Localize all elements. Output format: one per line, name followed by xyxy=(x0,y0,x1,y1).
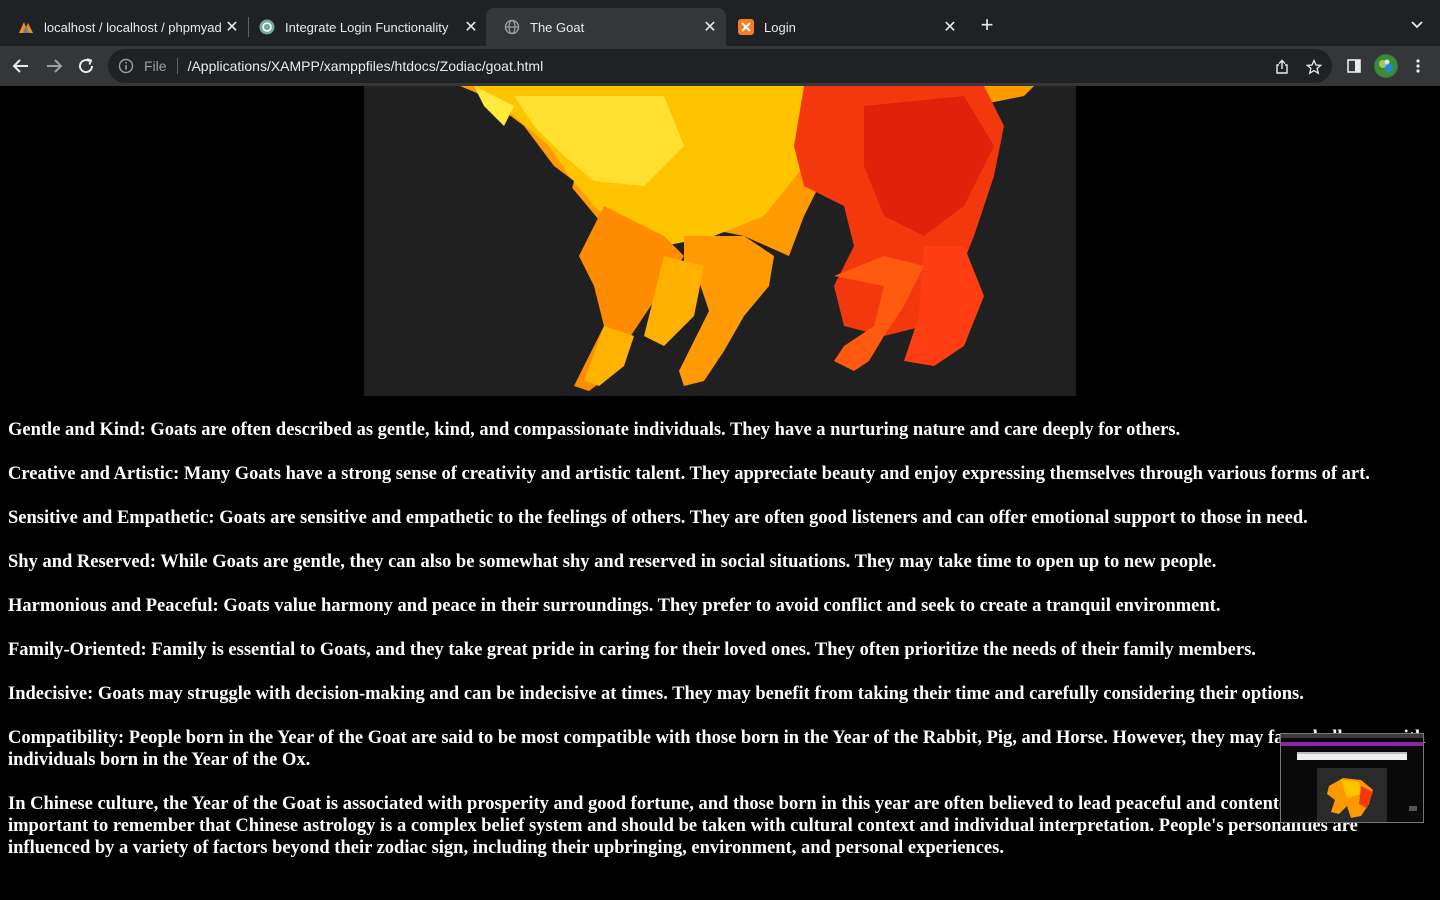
trait-paragraph: Family-Oriented: Family is essential to … xyxy=(8,640,1256,660)
browser-toolbar: File /Applications/XAMPP/xamppfiles/htdo… xyxy=(0,46,1440,86)
tab-the-goat[interactable]: The Goat ✕ xyxy=(486,8,726,46)
tab-search-icon[interactable] xyxy=(1406,14,1428,36)
address-bar[interactable]: File /Applications/XAMPP/xamppfiles/htdo… xyxy=(108,49,1332,83)
conclusion-paragraph: In Chinese culture, the Year of the Goat… xyxy=(8,794,1373,858)
trait-paragraph: Creative and Artistic: Many Goats have a… xyxy=(8,464,1370,484)
bookmark-star-icon[interactable] xyxy=(1302,55,1326,79)
side-panel-icon[interactable] xyxy=(1342,54,1366,78)
goat-image xyxy=(364,86,1076,396)
tab-integrate-login[interactable]: Integrate Login Functionality ✕ xyxy=(241,8,487,46)
share-icon[interactable] xyxy=(1270,55,1294,79)
goat-traits-text: Gentle and Kind: Goats are often describ… xyxy=(8,419,1428,881)
browser-menu-icon[interactable] xyxy=(1406,54,1430,78)
profile-avatar[interactable] xyxy=(1374,54,1398,78)
reload-icon xyxy=(79,58,94,74)
xampp-icon xyxy=(738,19,754,35)
trait-paragraph: Indecisive: Goats may struggle with deci… xyxy=(8,684,1304,704)
new-tab-button[interactable]: + xyxy=(976,12,998,37)
forward-arrow-icon xyxy=(47,59,63,73)
trait-paragraph: Shy and Reserved: While Goats are gentle… xyxy=(8,552,1217,572)
close-tab-icon[interactable]: ✕ xyxy=(461,17,481,37)
compatibility-paragraph: Compatibility: People born in the Year o… xyxy=(8,728,1426,770)
url-text[interactable]: /Applications/XAMPP/xamppfiles/htdocs/Zo… xyxy=(188,58,544,74)
phpmyadmin-icon xyxy=(18,19,34,35)
screenshot-preview-thumbnail[interactable] xyxy=(1280,733,1424,823)
close-tab-icon[interactable]: ✕ xyxy=(700,17,720,37)
chatgpt-icon xyxy=(259,19,275,35)
trait-paragraph: Gentle and Kind: Goats are often describ… xyxy=(8,420,1181,440)
back-button[interactable] xyxy=(7,52,35,80)
globe-icon xyxy=(504,19,520,35)
address-divider xyxy=(176,58,178,74)
tab-title: Login xyxy=(764,19,796,35)
forward-button[interactable] xyxy=(40,52,68,80)
reload-button[interactable] xyxy=(72,52,100,80)
tab-strip: localhost / localhost / phpmyad ✕ Integr… xyxy=(0,0,1440,46)
tab-title: localhost / localhost / phpmyad xyxy=(44,19,222,35)
close-tab-icon[interactable]: ✕ xyxy=(222,17,242,37)
tab-title: Integrate Login Functionality xyxy=(285,19,449,35)
scheme-label: File xyxy=(144,58,167,74)
info-icon[interactable] xyxy=(118,58,134,74)
trait-paragraph: Sensitive and Empathetic: Goats are sens… xyxy=(8,508,1308,528)
tab-title: The Goat xyxy=(530,19,585,35)
close-tab-icon[interactable]: ✕ xyxy=(940,17,960,37)
tab-phpmyadmin[interactable]: localhost / localhost / phpmyad ✕ xyxy=(0,8,248,46)
trait-paragraph: Harmonious and Peaceful: Goats value har… xyxy=(8,596,1221,616)
back-arrow-icon xyxy=(12,59,28,73)
tab-login[interactable]: Login ✕ xyxy=(720,8,966,46)
page-content: Gentle and Kind: Goats are often describ… xyxy=(0,86,1440,900)
